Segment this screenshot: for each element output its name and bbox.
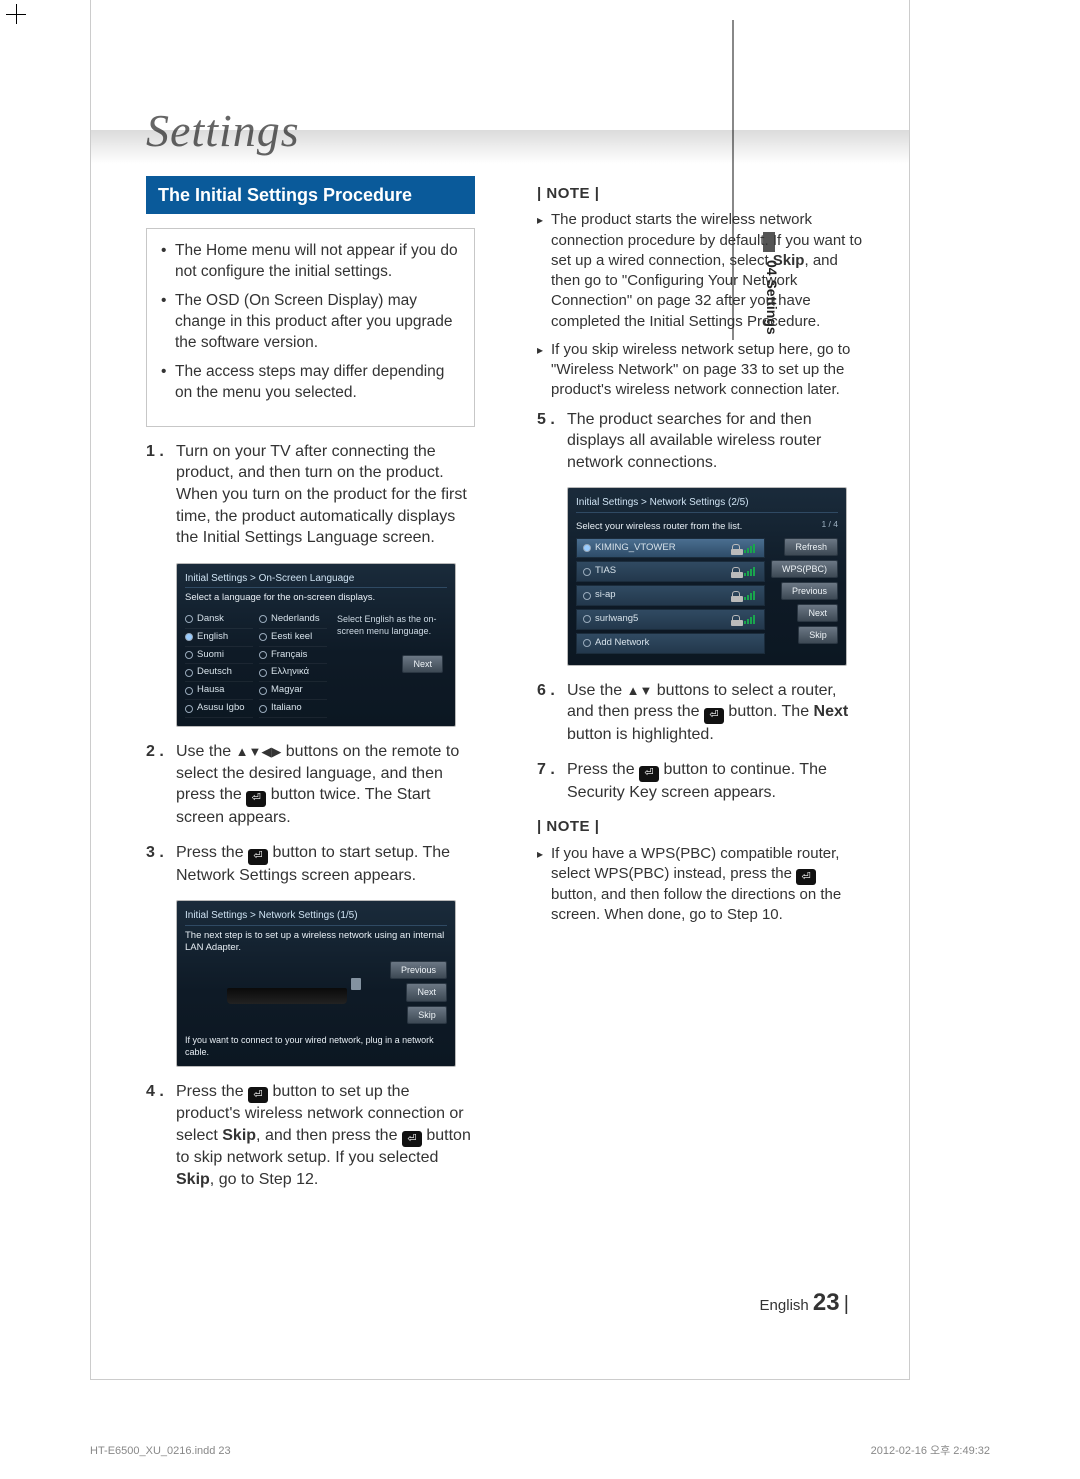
step-4: 4 . Press the ⏎ button to set up the pro… [146, 1081, 475, 1191]
breadcrumb: Initial Settings > Network Settings (1/5… [185, 909, 447, 926]
language-option[interactable]: Asusu Igbo [185, 700, 253, 718]
language-option[interactable]: Suomi [185, 647, 253, 665]
device-illustration [227, 988, 347, 1004]
radio-icon [583, 592, 591, 600]
header-shadow [91, 130, 909, 164]
refresh-button[interactable]: Refresh [784, 538, 838, 556]
radio-icon [259, 615, 267, 623]
radio-icon [259, 687, 267, 695]
radio-icon [185, 669, 193, 677]
wifi-network-row[interactable]: si-ap [576, 585, 765, 606]
language-option[interactable]: Français [259, 647, 327, 665]
left-column: The Initial Settings Procedure The Home … [146, 176, 475, 1205]
signal-icon [744, 615, 758, 624]
step-3: 3 . Press the ⏎ button to start setup. T… [146, 842, 475, 886]
language-option[interactable]: Magyar [259, 682, 327, 700]
instruction-text: The next step is to set up a wireless ne… [185, 930, 447, 956]
radio-icon [259, 669, 267, 677]
instruction-text: Select your wireless router from the lis… [576, 521, 742, 534]
language-option[interactable]: Ελληνικά [259, 664, 327, 682]
wifi-network-row[interactable]: KIMING_VTOWER [576, 538, 765, 559]
page-indicator: 1 / 4 [821, 519, 838, 530]
radio-icon [583, 568, 591, 576]
intro-bullet: The access steps may differ depending on… [161, 362, 460, 404]
wpspbc-button[interactable]: WPS(PBC) [771, 560, 838, 578]
signal-icon [744, 591, 758, 600]
step-7: 7 . Press the ⏎ button to continue. The … [537, 759, 866, 803]
radio-icon [185, 633, 193, 641]
previous-button[interactable]: Previous [390, 961, 447, 979]
note-item: If you skip wireless network setup here,… [537, 340, 866, 401]
radio-icon [583, 615, 591, 623]
lock-icon [732, 591, 740, 600]
skip-button[interactable]: Skip [407, 1006, 447, 1024]
instruction-text: Select a language for the on-screen disp… [185, 592, 447, 605]
radio-icon [185, 705, 193, 713]
enter-icon: ⏎ [248, 1087, 268, 1103]
step-text: Turn on your TV after connecting the pro… [176, 443, 467, 546]
lock-icon [732, 567, 740, 576]
step-2: 2 . Use the ▲▼◀▶ buttons on the remote t… [146, 741, 475, 828]
arrow-icons: ▲▼◀▶ [236, 744, 282, 759]
note-item: If you have a WPS(PBC) compatible router… [537, 844, 866, 926]
language-option[interactable]: Deutsch [185, 664, 253, 682]
next-button[interactable]: Next [797, 604, 838, 622]
language-option[interactable]: Nederlands [259, 611, 327, 629]
enter-icon: ⏎ [248, 849, 268, 865]
footnote: If you want to connect to your wired net… [185, 1034, 447, 1058]
previous-button[interactable]: Previous [781, 582, 838, 600]
enter-icon: ⏎ [704, 708, 724, 724]
note-item: The product starts the wireless network … [537, 210, 866, 332]
signal-icon [744, 544, 758, 553]
wifi-network-row[interactable]: surlwang5 [576, 609, 765, 630]
radio-icon [259, 705, 267, 713]
enter-icon: ⏎ [639, 766, 659, 782]
intro-box: The Home menu will not appear if you do … [146, 228, 475, 426]
side-hint-text: Select English as the on-screen menu lan… [337, 613, 443, 637]
breadcrumb: Initial Settings > On-Screen Language [185, 572, 447, 589]
radio-icon [583, 639, 591, 647]
step-5: 5 . The product searches for and then di… [537, 409, 866, 474]
next-button[interactable]: Next [402, 655, 443, 673]
note-header: | NOTE | [537, 817, 866, 837]
language-option[interactable]: Eesti keel [259, 629, 327, 647]
note-header: | NOTE | [537, 184, 866, 204]
radio-icon [259, 633, 267, 641]
screenshot-network-2: Initial Settings > Network Settings (2/5… [567, 487, 847, 665]
wifi-network-row[interactable]: Add Network [576, 633, 765, 654]
manual-page: Settings 04 Settings The Initial Setting… [90, 0, 910, 1380]
section-header: The Initial Settings Procedure [146, 176, 475, 214]
enter-icon: ⏎ [402, 1131, 422, 1147]
right-column: | NOTE | The product starts the wireless… [537, 176, 866, 1205]
page-footer: English 23 | [760, 1287, 849, 1319]
step-1: 1 . Turn on your TV after connecting the… [146, 441, 475, 549]
radio-icon [185, 687, 193, 695]
language-option[interactable]: Italiano [259, 700, 327, 718]
radio-icon [583, 544, 591, 552]
next-button[interactable]: Next [406, 983, 447, 1001]
lock-icon [732, 615, 740, 624]
enter-icon: ⏎ [246, 791, 266, 807]
radio-icon [185, 651, 193, 659]
screenshot-language: Initial Settings > On-Screen Language Se… [176, 563, 456, 727]
intro-bullet: The Home menu will not appear if you do … [161, 241, 460, 283]
language-option[interactable]: Hausa [185, 682, 253, 700]
language-option[interactable]: Dansk [185, 611, 253, 629]
intro-bullet: The OSD (On Screen Display) may change i… [161, 291, 460, 354]
wifi-network-row[interactable]: TIAS [576, 561, 765, 582]
language-option[interactable]: English [185, 629, 253, 647]
skip-button[interactable]: Skip [798, 626, 838, 644]
arrow-icons: ▲▼ [627, 683, 653, 698]
print-marks: HT-E6500_XU_0216.indd 23 2012-02-16 오후 2… [90, 1444, 990, 1459]
signal-icon [744, 567, 758, 576]
radio-icon [259, 651, 267, 659]
enter-icon: ⏎ [796, 869, 816, 885]
screenshot-network-1: Initial Settings > Network Settings (1/5… [176, 900, 456, 1067]
step-6: 6 . Use the ▲▼ buttons to select a route… [537, 680, 866, 746]
breadcrumb: Initial Settings > Network Settings (2/5… [576, 496, 838, 513]
lock-icon [732, 544, 740, 553]
radio-icon [185, 615, 193, 623]
